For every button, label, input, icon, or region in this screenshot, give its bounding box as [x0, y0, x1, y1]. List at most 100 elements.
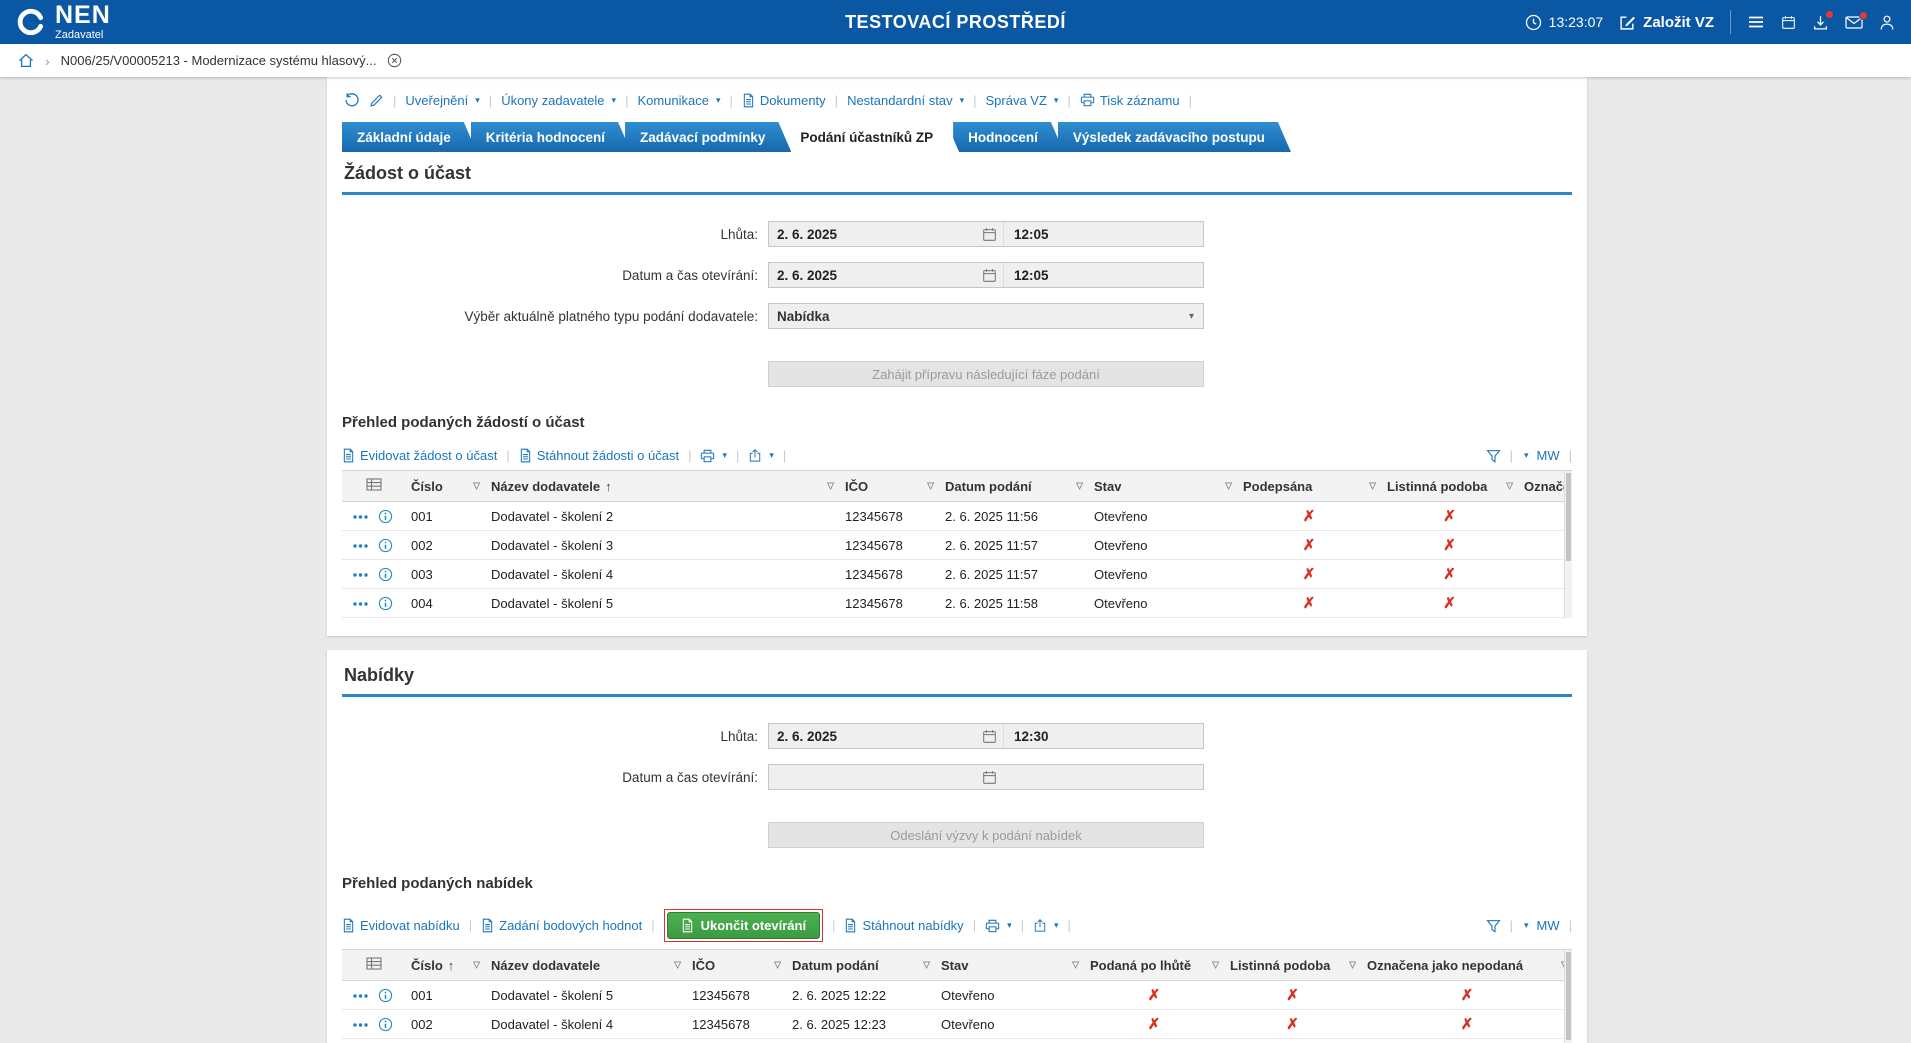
home-icon[interactable]: [18, 53, 34, 68]
table-row[interactable]: 002Dodavatel - školení 3123456782. 6. 20…: [342, 531, 1572, 560]
toolbar-uverejneni[interactable]: Uveřejnění▾: [405, 93, 479, 108]
column-nazev-dodavatele[interactable]: Název dodavatele▽: [485, 950, 686, 981]
column-cislo[interactable]: Číslo▽: [405, 471, 485, 502]
column-listinna-podoba[interactable]: Listinná podoba▽: [1381, 471, 1518, 502]
oteviani-date-value[interactable]: 2. 6. 2025: [769, 268, 976, 283]
toolbar-komunikace[interactable]: Komunikace▾: [637, 93, 720, 108]
row-menu-icon[interactable]: [352, 1022, 369, 1028]
breadcrumb-item[interactable]: N006/25/V00005213 - Modernizace systému …: [61, 53, 377, 68]
column-podepsana[interactable]: Podepsána▽: [1237, 471, 1381, 502]
vyber-select[interactable]: Nabídka ▾: [768, 303, 1204, 329]
toolbar-nestandardni-stav[interactable]: Nestandardní stav▾: [847, 93, 964, 108]
lhuta-time-value[interactable]: 12:05: [1003, 222, 1203, 246]
column-filter-icon[interactable]: ▽: [1076, 481, 1083, 492]
column-nazev-dodavatele[interactable]: Název dodavatele↑▽: [485, 471, 839, 502]
oteviani-time-value[interactable]: 12:05: [1003, 263, 1203, 287]
stahnout-nabidky-button[interactable]: Stáhnout nabídky: [844, 918, 963, 933]
nabidky-lhuta-date-value[interactable]: 2. 6. 2025: [769, 729, 976, 744]
print-table-button[interactable]: ▾: [985, 919, 1012, 933]
table-settings-icon[interactable]: [342, 950, 405, 981]
row-menu-icon[interactable]: [352, 572, 369, 578]
tab-zakladni-udaje[interactable]: Základní údaje: [342, 122, 477, 152]
info-icon[interactable]: [378, 988, 393, 1003]
column-filter-icon[interactable]: ▽: [1225, 481, 1232, 492]
history-icon[interactable]: [344, 92, 360, 108]
view-menu-button[interactable]: ▾MW: [1522, 448, 1560, 463]
nabidky-lhuta-time-value[interactable]: 12:30: [1003, 724, 1203, 748]
filter-table-button[interactable]: [1486, 449, 1501, 463]
scrollbar-thumb[interactable]: [1566, 952, 1571, 1040]
oteviani-input[interactable]: 2. 6. 2025 12:05: [768, 262, 1204, 288]
row-menu-icon[interactable]: [352, 514, 369, 520]
table-row[interactable]: 003Dodavatel - školení 3123456782. 6. 20…: [342, 1039, 1572, 1043]
print-table-button[interactable]: ▾: [700, 449, 727, 463]
close-record-icon[interactable]: [387, 53, 402, 68]
tab-kriteria-hodnoceni[interactable]: Kritéria hodnocení: [471, 122, 631, 152]
column-filter-icon[interactable]: ▽: [473, 960, 480, 971]
filter-table-button[interactable]: [1486, 919, 1501, 933]
zahajit-pripravu-button[interactable]: Zahájit přípravu následující fáze podání: [768, 361, 1204, 387]
column-filter-icon[interactable]: ▽: [1369, 481, 1376, 492]
info-icon[interactable]: [378, 567, 393, 582]
tab-zadavaci-podminky[interactable]: Zadávací podmínky: [625, 122, 791, 152]
column-stav[interactable]: Stav▽: [1088, 471, 1237, 502]
edit-icon[interactable]: [369, 93, 384, 108]
column-filter-icon[interactable]: ▽: [1212, 960, 1219, 971]
stahnout-zadosti-o-ucast-button[interactable]: Stáhnout žádosti o účast: [519, 448, 679, 463]
calendar-icon[interactable]: [976, 770, 1003, 785]
column-filter-icon[interactable]: ▽: [1349, 960, 1356, 971]
export-table-button[interactable]: ▾: [1033, 918, 1059, 933]
tab-vysledek-zadavaciho-postupu[interactable]: Výsledek zadávacího postupu: [1058, 122, 1291, 152]
table-row[interactable]: 004Dodavatel - školení 5123456782. 6. 20…: [342, 589, 1572, 618]
column-filter-icon[interactable]: ▽: [1506, 481, 1513, 492]
nabidky-oteviani-time-value[interactable]: [1003, 765, 1203, 789]
scrollbar-thumb[interactable]: [1566, 473, 1571, 561]
tab-hodnoceni[interactable]: Hodnocení: [953, 122, 1064, 152]
odeslani-vyzvy-button[interactable]: Odeslání výzvy k podání nabídek: [768, 822, 1204, 848]
column-filter-icon[interactable]: ▽: [923, 960, 930, 971]
column-filter-icon[interactable]: ▽: [1072, 960, 1079, 971]
column-listinna-podoba[interactable]: Listinná podoba▽: [1224, 950, 1361, 981]
column-podana-po-lhute[interactable]: Podaná po lhůtě▽: [1084, 950, 1224, 981]
profile-button[interactable]: [1879, 14, 1895, 31]
column-filter-icon[interactable]: ▽: [473, 481, 480, 492]
row-menu-icon[interactable]: [352, 543, 369, 549]
ukoncit-otevirani-button[interactable]: Ukončit otevírání: [667, 912, 820, 939]
info-icon[interactable]: [378, 538, 393, 553]
column-datum-podani[interactable]: Datum podání▽: [786, 950, 935, 981]
column-ico[interactable]: IČO▽: [839, 471, 939, 502]
lhuta-date-value[interactable]: 2. 6. 2025: [769, 227, 976, 242]
column-oznacena-jako-nepodana[interactable]: Označena jako nepodaná▽: [1361, 950, 1572, 981]
zadani-bodovych-hodnot-button[interactable]: Zadání bodových hodnot: [481, 918, 642, 933]
view-menu-button[interactable]: ▾MW: [1522, 918, 1560, 933]
toolbar-sprava-vz[interactable]: Správa VZ▾: [986, 93, 1059, 108]
row-menu-icon[interactable]: [352, 993, 369, 999]
nabidky-oteviani-input[interactable]: [768, 764, 1204, 790]
info-icon[interactable]: [378, 509, 393, 524]
table-row[interactable]: 003Dodavatel - školení 4123456782. 6. 20…: [342, 560, 1572, 589]
evidovat-zadost-o-ucast-button[interactable]: Evidovat žádost o účast: [342, 448, 497, 463]
tab-podani-ucastniku-zp[interactable]: Podání účastníků ZP: [785, 122, 959, 152]
table-settings-icon[interactable]: [342, 471, 405, 502]
export-table-button[interactable]: ▾: [748, 448, 774, 463]
create-vz-button[interactable]: Založit VZ: [1619, 14, 1714, 31]
calendar-icon[interactable]: [976, 268, 1003, 283]
nabidky-lhuta-input[interactable]: 2. 6. 2025 12:30: [768, 723, 1204, 749]
downloads-button[interactable]: [1812, 14, 1829, 31]
messages-button[interactable]: [1845, 15, 1863, 30]
info-icon[interactable]: [378, 596, 393, 611]
calendar-icon[interactable]: [976, 729, 1003, 744]
column-stav[interactable]: Stav▽: [935, 950, 1084, 981]
toolbar-dokumenty[interactable]: Dokumenty: [742, 93, 826, 108]
column-filter-icon[interactable]: ▽: [674, 960, 681, 971]
column-cislo[interactable]: Číslo↑▽: [405, 950, 485, 981]
column-datum-podani[interactable]: Datum podání▽: [939, 471, 1088, 502]
table-scrollbar[interactable]: [1564, 471, 1572, 618]
toolbar-tisk-zaznamu[interactable]: Tisk záznamu: [1080, 93, 1180, 108]
table-row[interactable]: 001Dodavatel - školení 5123456782. 6. 20…: [342, 981, 1572, 1010]
toolbar-ukony-zadavatele[interactable]: Úkony zadavatele▾: [501, 93, 616, 108]
table-row[interactable]: 001Dodavatel - školení 2123456782. 6. 20…: [342, 502, 1572, 531]
menu-button[interactable]: [1747, 14, 1765, 30]
column-filter-icon[interactable]: ▽: [927, 481, 934, 492]
row-menu-icon[interactable]: [352, 601, 369, 607]
